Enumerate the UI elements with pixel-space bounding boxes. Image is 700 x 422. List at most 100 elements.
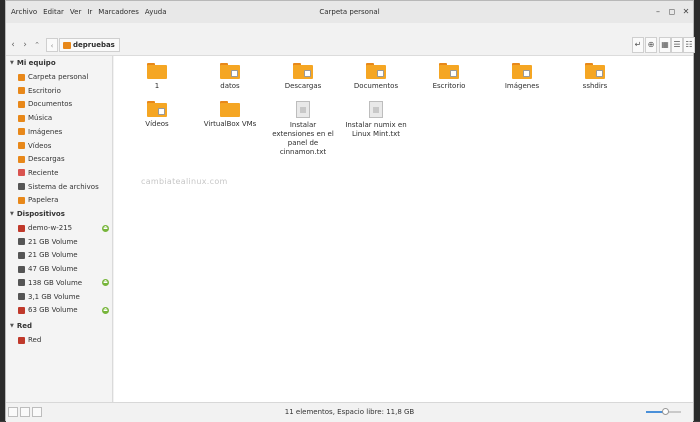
- sidebar-item-label: demo-w-215: [28, 224, 73, 232]
- maximize-icon[interactable]: ◻: [666, 6, 678, 18]
- eject-icon[interactable]: ⏏: [102, 224, 109, 232]
- music-icon: [18, 114, 25, 122]
- folder-item[interactable]: VirtualBox VMs: [198, 101, 262, 129]
- sidebar-item[interactable]: Carpeta personal: [18, 71, 108, 83]
- text-file-lines: [300, 107, 306, 113]
- folder-item[interactable]: 1: [125, 63, 189, 91]
- folder-item[interactable]: Documentos: [344, 63, 408, 91]
- sidebar-item-label: Reciente: [28, 168, 59, 177]
- sidebar-item-label: Escritorio: [28, 86, 61, 95]
- text-file-icon: [369, 101, 383, 118]
- sidebar-item-label: 21 GB Volume: [28, 237, 78, 246]
- recent-icon: [18, 169, 25, 177]
- folder-icon: [220, 63, 240, 79]
- compact-view-icon[interactable]: ☷: [683, 37, 695, 53]
- collapse-triangle-icon: ▼: [10, 211, 14, 217]
- search-icon[interactable]: ⊕: [645, 37, 657, 53]
- sidebar-item[interactable]: 21 GB Volume: [18, 236, 108, 248]
- file-item[interactable]: Instalar numix en Linux Mint.txt: [344, 101, 408, 139]
- folder-item[interactable]: sshdirs: [563, 63, 627, 91]
- close-icon[interactable]: ✕: [680, 6, 692, 18]
- sidebar-item[interactable]: 63 GB Volume: [18, 304, 108, 316]
- menu-archivo[interactable]: Archivo: [8, 8, 40, 16]
- file-name-label: sshdirs: [582, 82, 608, 90]
- status-text: 11 elementos, Espacio libre: 11,8 GB: [284, 408, 415, 416]
- icon-view-icon[interactable]: ▦: [659, 37, 671, 53]
- sidebar-item[interactable]: Imágenes: [18, 126, 108, 138]
- breadcrumb-left-icon[interactable]: ‹: [46, 38, 58, 52]
- sidebar-item-label: Papelera: [28, 196, 59, 205]
- network-icon: [18, 336, 25, 344]
- collapse-triangle-icon: ▼: [10, 60, 14, 66]
- sidebar-item[interactable]: 21 GB Volume: [18, 249, 108, 261]
- folder-item[interactable]: datos: [198, 63, 262, 91]
- back-icon[interactable]: ‹: [7, 36, 19, 54]
- text-file-lines: [373, 107, 379, 113]
- zoom-slider[interactable]: [646, 408, 681, 415]
- sidebar-item[interactable]: 3,1 GB Volume: [18, 291, 108, 303]
- sidebar-item[interactable]: Sistema de archivos: [18, 181, 108, 193]
- sidebar-item[interactable]: Música: [18, 112, 108, 124]
- folder-emblem-icon: [450, 70, 457, 77]
- zoom-slider-knob[interactable]: [661, 408, 669, 415]
- sidebar-item[interactable]: Escritorio: [18, 85, 108, 97]
- sidebar: ▼ Mi equipo Carpeta personal Escritorio Docu…: [6, 56, 113, 402]
- file-name-label: Vídeos: [145, 120, 169, 128]
- folder-icon: [147, 101, 167, 117]
- drive-icon: [18, 265, 25, 273]
- list-view-icon[interactable]: ☰: [671, 37, 683, 53]
- trash-icon: [18, 196, 25, 204]
- sidebar-item[interactable]: Red: [18, 334, 108, 346]
- sidebar-item[interactable]: Documentos: [18, 98, 108, 110]
- statusbar: 11 elementos, Espacio libre: 11,8 GB: [6, 402, 693, 422]
- forward-icon[interactable]: ›: [19, 36, 31, 54]
- sidebar-section-1[interactable]: ▼ Dispositivos: [10, 210, 65, 218]
- file-item[interactable]: Instalar extensiones en el panel de cinn…: [271, 101, 335, 157]
- text-file-icon: [296, 101, 310, 118]
- toggle-location-icon[interactable]: ↵: [632, 37, 644, 53]
- menu-editar[interactable]: Editar: [40, 8, 67, 16]
- file-name-label: Instalar numix en Linux Mint.txt: [345, 121, 407, 138]
- sidebar-item[interactable]: Reciente: [18, 167, 108, 179]
- folder-item[interactable]: Escritorio: [417, 63, 481, 91]
- eject-icon[interactable]: ⏏: [102, 306, 109, 314]
- sidebar-item[interactable]: 138 GB Volume: [18, 277, 108, 289]
- sidebar-item[interactable]: demo-w-215: [18, 222, 108, 234]
- sidebar-item-label: 21 GB Volume: [28, 251, 78, 260]
- home-icon: [18, 73, 25, 81]
- minimize-icon[interactable]: –: [652, 6, 664, 18]
- images-icon: [18, 128, 25, 136]
- desktop-icon: [18, 87, 25, 95]
- folder-emblem-icon: [377, 70, 384, 77]
- sidebar-item-label: Música: [28, 114, 53, 123]
- sidebar-section-title: Mi equipo: [16, 59, 56, 67]
- drive-icon: [18, 251, 25, 259]
- file-view: cambiatealinux.com 1 datos Descargas Docume…: [114, 56, 693, 402]
- sidebar-section-0[interactable]: ▼ Mi equipo: [10, 59, 56, 67]
- file-name-label: 1: [154, 82, 160, 90]
- sidebar-item[interactable]: Papelera: [18, 194, 108, 206]
- breadcrumb-location[interactable]: depruebas: [59, 38, 120, 52]
- collapse-triangle-icon: ▼: [10, 323, 14, 329]
- sidebar-item[interactable]: Descargas: [18, 153, 108, 165]
- up-icon[interactable]: ⌃: [31, 36, 43, 54]
- watermark: cambiatealinux.com: [141, 177, 228, 186]
- usb-drive-icon: [18, 224, 25, 232]
- sidebar-item[interactable]: 47 GB Volume: [18, 263, 108, 275]
- sidebar-section-2[interactable]: ▼ Red: [10, 322, 32, 330]
- filesystem-icon: [18, 183, 25, 191]
- folder-item[interactable]: Vídeos: [125, 101, 189, 129]
- sidebar-item[interactable]: Vídeos: [18, 140, 108, 152]
- sidebar-item-label: Red: [28, 336, 42, 344]
- menu-ayuda[interactable]: Ayuda: [142, 8, 170, 16]
- folder-item[interactable]: Descargas: [271, 63, 335, 91]
- folder-icon: [512, 63, 532, 79]
- folder-item[interactable]: Imágenes: [490, 63, 554, 91]
- menu-ir[interactable]: Ir: [84, 8, 95, 16]
- menu-marcadores[interactable]: Marcadores: [95, 8, 142, 16]
- folder-icon: [366, 63, 386, 79]
- file-name-label: Instalar extensiones en el panel de cinn…: [272, 121, 334, 156]
- file-name-label: Escritorio: [432, 82, 466, 90]
- menu-ver[interactable]: Ver: [67, 8, 84, 16]
- folder-icon: [585, 63, 605, 79]
